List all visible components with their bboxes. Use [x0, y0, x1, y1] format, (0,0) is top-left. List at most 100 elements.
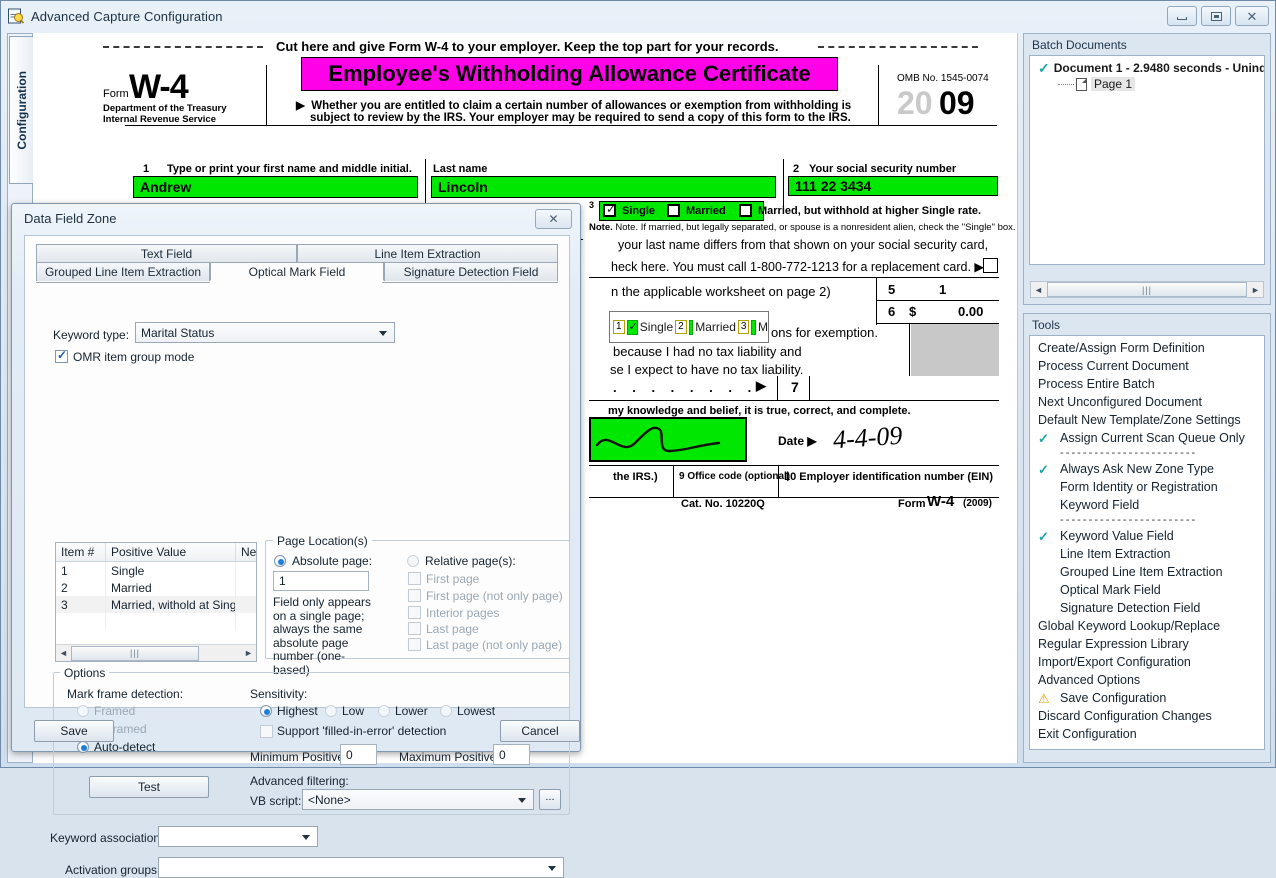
tool-item-advanced-options[interactable]: Advanced Options: [1030, 671, 1264, 689]
first-page-not-only-checkbox[interactable]: [408, 589, 421, 602]
keyword-type-combo[interactable]: Marital Status: [135, 322, 395, 343]
scroll-thumb[interactable]: |||: [1047, 282, 1247, 297]
scroll-right-icon[interactable]: ►: [1248, 285, 1263, 295]
tool-item-global-keyword-lookup-replace[interactable]: Global Keyword Lookup/Replace: [1030, 617, 1264, 635]
omb-divider: [878, 65, 879, 125]
tab-signature-detection-field[interactable]: Signature Detection Field: [384, 262, 558, 281]
omr-overlay-box-1[interactable]: ✓: [626, 319, 638, 335]
tab-row-2: Grouped Line Item Extraction Optical Mar…: [36, 262, 558, 281]
grid-header-row: Item # Positive Value Ne: [56, 543, 256, 562]
tool-item-label: Save Configuration: [1060, 691, 1167, 705]
grid-cell-negative: [236, 596, 256, 613]
tools-list[interactable]: Create/Assign Form Definition Process Cur…: [1029, 335, 1265, 750]
tool-item-label: Assign Current Scan Queue Only: [1060, 431, 1245, 445]
footer-form-label: Form: [898, 498, 926, 510]
grid-scroll-thumb[interactable]: |||: [71, 645, 199, 661]
grid-scroll-right-icon[interactable]: ►: [241, 648, 256, 658]
tree-item-document[interactable]: ✓ Document 1 - 2.9480 seconds - Unind: [1032, 60, 1264, 76]
tools-title: Tools: [1032, 318, 1061, 332]
table-row-empty[interactable]: [56, 613, 256, 630]
tool-item-optical-mark-field[interactable]: Optical Mark Field: [1030, 581, 1264, 599]
grid-header-negative-value[interactable]: Ne: [236, 543, 256, 561]
omr-items-grid[interactable]: Item # Positive Value Ne 1 Single 2 Marr…: [55, 542, 257, 662]
interior-pages-checkbox[interactable]: [408, 606, 421, 619]
tab-grouped-line-item-extraction[interactable]: Grouped Line Item Extraction: [36, 262, 210, 281]
marital-note: Note. Note. If married, but legally sepa…: [589, 222, 1016, 233]
grid-header-positive-value[interactable]: Positive Value: [106, 543, 236, 561]
close-button[interactable]: ✕: [1235, 6, 1269, 26]
omr-zone-overlay[interactable]: 1 ✓ Single 2 Married 3 M: [609, 311, 769, 343]
tools-panel: Tools Create/Assign Form Definition Proce…: [1023, 313, 1271, 763]
tool-item-grouped-line-item-extraction[interactable]: Grouped Line Item Extraction: [1030, 563, 1264, 581]
tab-line-item-extraction-label: Line Item Extraction: [374, 247, 481, 261]
tool-item-discard-configuration-changes[interactable]: Discard Configuration Changes: [1030, 707, 1264, 725]
omr-overlay-box-2[interactable]: [688, 319, 694, 335]
replacement-card-checkbox[interactable]: [983, 258, 998, 273]
tool-item-process-entire-batch[interactable]: Process Entire Batch: [1030, 375, 1264, 393]
single-checkbox[interactable]: ✓: [603, 202, 616, 217]
maximize-button[interactable]: [1201, 6, 1231, 26]
tool-item-default-new-template-zone-settings[interactable]: Default New Template/Zone Settings: [1030, 411, 1264, 429]
vb-script-combo[interactable]: <None>: [302, 789, 534, 810]
absolute-page-radio[interactable]: [274, 555, 286, 567]
tab-grouped-line-item-extraction-label: Grouped Line Item Extraction: [44, 265, 202, 279]
signature-zone[interactable]: [589, 417, 747, 462]
keyword-association-combo[interactable]: [158, 826, 318, 847]
rule-5: [876, 300, 999, 301]
table-row[interactable]: 2 Married: [56, 579, 256, 596]
tool-item-form-identity-or-registration[interactable]: Form Identity or Registration: [1030, 478, 1264, 496]
tool-item-create-assign-form-definition[interactable]: Create/Assign Form Definition: [1030, 339, 1264, 357]
tab-optical-mark-field[interactable]: Optical Mark Field: [210, 262, 384, 281]
tool-item-next-unconfigured-document[interactable]: Next Unconfigured Document: [1030, 393, 1264, 411]
test-button[interactable]: Test: [89, 776, 209, 798]
tool-item-assign-current-scan-queue-only[interactable]: ✓ Assign Current Scan Queue Only: [1030, 429, 1264, 447]
grid-horizontal-scrollbar[interactable]: ◄ ||| ►: [56, 644, 256, 661]
tool-item-always-ask-new-zone-type[interactable]: ✓ Always Ask New Zone Type: [1030, 460, 1264, 478]
relative-page-radio[interactable]: [407, 555, 419, 567]
grid-header-item[interactable]: Item #: [56, 543, 106, 561]
tool-item-process-current-document[interactable]: Process Current Document: [1030, 357, 1264, 375]
last-page-checkbox[interactable]: [408, 622, 421, 635]
tab-text-field[interactable]: Text Field: [36, 244, 297, 263]
form-number: W-4: [129, 68, 189, 106]
tool-item-label: Keyword Value Field: [1060, 529, 1174, 543]
tab-configuration[interactable]: Configuration: [9, 36, 33, 184]
tool-item-label: Optical Mark Field: [1060, 583, 1161, 597]
minimize-button[interactable]: [1167, 6, 1197, 26]
omr-overlay-box-3[interactable]: [751, 319, 756, 335]
batch-documents-tree[interactable]: ✓ Document 1 - 2.9480 seconds - Unind Pa…: [1029, 55, 1265, 265]
dialog-close-button[interactable]: ✕: [535, 209, 572, 229]
window-title: Advanced Capture Configuration: [31, 8, 223, 24]
scroll-left-icon[interactable]: ◄: [1031, 285, 1046, 295]
tool-item-save-configuration[interactable]: ⚠ Save Configuration: [1030, 689, 1264, 707]
last-page-not-only-checkbox[interactable]: [408, 638, 421, 651]
tool-item-keyword-value-field[interactable]: ✓ Keyword Value Field: [1030, 527, 1264, 545]
save-button[interactable]: Save: [34, 720, 114, 742]
check-teal-icon: ✓: [1038, 528, 1049, 544]
first-page-checkbox[interactable]: [408, 572, 421, 585]
cancel-button[interactable]: Cancel: [500, 720, 580, 742]
rule-sign: [589, 465, 999, 466]
tool-item-keyword-field[interactable]: Keyword Field: [1030, 496, 1264, 514]
tab-signature-detection-field-label: Signature Detection Field: [403, 265, 539, 279]
activation-groups-combo[interactable]: [158, 857, 564, 878]
batch-horizontal-scrollbar[interactable]: ◄ ||| ►: [1030, 281, 1264, 298]
tool-item-import-export-configuration[interactable]: Import/Export Configuration: [1030, 653, 1264, 671]
office-code-label: 9 Office code (optional): [679, 471, 791, 482]
rule-1: [125, 125, 997, 126]
tree-item-page[interactable]: Page 1: [1032, 76, 1262, 92]
married-checkbox[interactable]: [667, 204, 680, 217]
omr-group-mode-checkbox[interactable]: [55, 348, 68, 363]
tool-item-exit-configuration[interactable]: Exit Configuration: [1030, 725, 1264, 743]
vb-script-browse-button[interactable]: ...: [539, 789, 561, 810]
table-row[interactable]: 3 Married, withold at Singl...: [56, 596, 256, 613]
table-row[interactable]: 1 Single: [56, 562, 256, 579]
grid-scroll-left-icon[interactable]: ◄: [56, 648, 71, 658]
tab-line-item-extraction[interactable]: Line Item Extraction: [297, 244, 558, 263]
tool-item-signature-detection-field[interactable]: Signature Detection Field: [1030, 599, 1264, 617]
tool-item-line-item-extraction[interactable]: Line Item Extraction: [1030, 545, 1264, 563]
married-higher-checkbox[interactable]: [739, 204, 752, 217]
tool-item-regular-expression-library[interactable]: Regular Expression Library: [1030, 635, 1264, 653]
absolute-page-input[interactable]: 1: [273, 571, 369, 591]
cut-line-left: [103, 46, 263, 48]
